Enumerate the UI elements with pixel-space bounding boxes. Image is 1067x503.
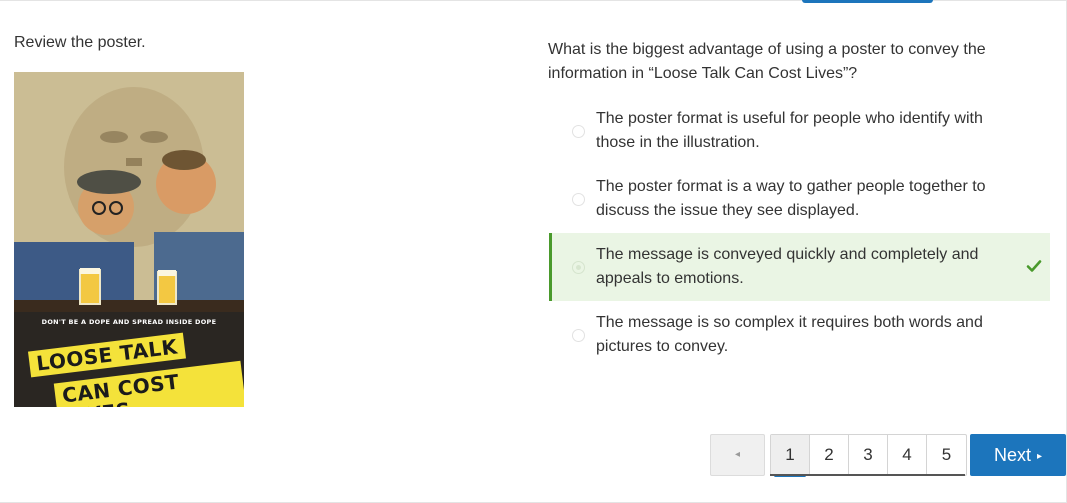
prompt-text: Review the poster. bbox=[14, 34, 146, 51]
top-tab-indicator bbox=[802, 0, 933, 3]
page-button-5[interactable]: 5 bbox=[927, 435, 966, 475]
answer-option-text: The poster format is a way to gather peo… bbox=[596, 178, 986, 219]
checkmark-icon bbox=[1026, 260, 1042, 272]
page-button-2[interactable]: 2 bbox=[810, 435, 849, 475]
answer-option-text: The message is conveyed quickly and comp… bbox=[596, 246, 979, 287]
answer-option-4[interactable]: The message is so complex it requires bo… bbox=[549, 301, 1050, 369]
radio-button[interactable] bbox=[572, 125, 585, 138]
page-button-3[interactable]: 3 bbox=[849, 435, 888, 475]
next-button-label: Next bbox=[993, 445, 1031, 465]
previous-button[interactable]: ◂ bbox=[710, 434, 765, 476]
question-text: What is the biggest advantage of using a… bbox=[548, 41, 986, 82]
pagination-underline bbox=[770, 474, 965, 476]
pagination: 1 2 3 4 5 bbox=[770, 434, 967, 477]
page-button-4[interactable]: 4 bbox=[888, 435, 927, 475]
next-button[interactable]: Next ▸ bbox=[970, 434, 1066, 476]
answer-option-text: The message is so complex it requires bo… bbox=[596, 314, 983, 355]
answer-options: The poster format is useful for people w… bbox=[549, 97, 1050, 369]
answer-option-text: The poster format is useful for people w… bbox=[596, 110, 983, 151]
poster-image: DON'T BE A DOPE AND SPREAD INSIDE DOPE L… bbox=[14, 72, 244, 407]
answer-option-3[interactable]: The message is conveyed quickly and comp… bbox=[549, 233, 1050, 301]
answer-option-2[interactable]: The poster format is a way to gather peo… bbox=[549, 165, 1050, 233]
radio-button[interactable] bbox=[572, 193, 585, 206]
radio-button[interactable] bbox=[572, 261, 585, 274]
answer-option-1[interactable]: The poster format is useful for people w… bbox=[549, 97, 1050, 165]
radio-button[interactable] bbox=[572, 329, 585, 342]
page-button-1[interactable]: 1 bbox=[771, 435, 810, 477]
triangle-left-icon: ◂ bbox=[734, 449, 741, 460]
poster-tagline: DON'T BE A DOPE AND SPREAD INSIDE DOPE bbox=[41, 318, 217, 326]
triangle-right-icon: ▸ bbox=[1036, 451, 1043, 462]
